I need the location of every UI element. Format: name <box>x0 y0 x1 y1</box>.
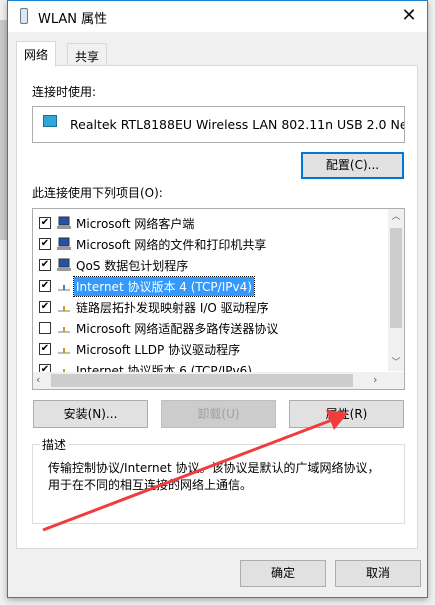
annotation-arrow <box>42 410 348 532</box>
tab-network[interactable]: 网络 <box>16 41 57 67</box>
